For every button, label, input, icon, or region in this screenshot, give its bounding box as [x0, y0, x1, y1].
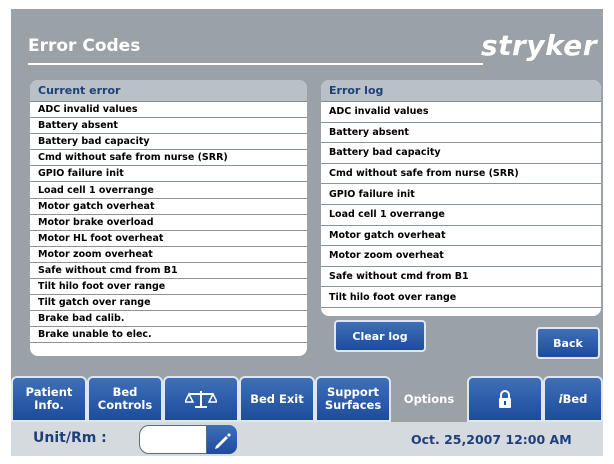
edit-unit-button[interactable] [207, 425, 237, 454]
tab-ibed[interactable]: iBed [543, 376, 603, 422]
list-item: Brake bad calib. [30, 311, 307, 328]
clear-log-button[interactable]: Clear log [334, 320, 426, 352]
page-title: Error Codes [28, 36, 141, 56]
tab-bed-exit[interactable]: Bed Exit [239, 376, 315, 422]
list-item: Motor gatch overheat [30, 199, 307, 215]
title-divider [28, 63, 483, 65]
current-error-list: ADC invalid values Battery absent Batter… [30, 102, 307, 344]
brand-logo: stryker [481, 29, 598, 62]
error-log-panel: Error log ADC invalid values Battery abs… [321, 80, 601, 316]
screen: Error Codes stryker Current error ADC in… [11, 9, 603, 456]
tab-bar: Patient Info. Bed Controls Bed Exit Suppor… [11, 376, 603, 422]
list-item: Battery bad capacity [30, 134, 307, 151]
list-item: Cmd without safe from nurse (SRR) [321, 164, 601, 185]
list-item: Load cell 1 overrange [30, 182, 307, 199]
date-time: Oct. 25,2007 12:00 AM [411, 432, 572, 447]
tab-lock[interactable] [467, 376, 543, 422]
back-button[interactable]: Back [536, 327, 600, 359]
tab-bed-controls[interactable]: Bed Controls [87, 376, 163, 422]
tab-label: Patient [25, 385, 73, 399]
list-item: Load cell 1 overrange [321, 205, 601, 226]
list-item: Safe without cmd from B1 [321, 267, 601, 288]
list-item: Safe without cmd from B1 [30, 263, 307, 280]
list-item: ADC invalid values [321, 102, 601, 123]
tab-options[interactable]: Options [391, 376, 467, 422]
tab-support-surfaces[interactable]: Support Surfaces [315, 376, 391, 422]
list-item: ADC invalid values [30, 102, 307, 119]
list-item: Motor HL foot overheat [30, 231, 307, 247]
list-item: GPIO failure init [321, 184, 601, 205]
list-item: Battery absent [321, 123, 601, 144]
pencil-icon [215, 432, 231, 449]
tab-label: Surfaces [324, 398, 382, 412]
tab-label: Options [403, 391, 455, 406]
tab-patient-info[interactable]: Patient Info. [11, 376, 87, 422]
list-item: Tilt gatch over range [30, 295, 307, 312]
lock-icon [499, 390, 511, 408]
list-item: Motor gatch overheat [321, 226, 601, 247]
list-item: Battery bad capacity [321, 143, 601, 164]
header: Error Codes stryker [11, 9, 603, 77]
tab-label: Controls [97, 398, 153, 412]
list-item: Motor zoom overheat [30, 247, 307, 263]
tab-scale[interactable] [163, 376, 239, 422]
current-error-heading: Current error [30, 80, 307, 102]
list-item: Tilt hilo foot over range [321, 287, 601, 308]
error-log-heading: Error log [321, 80, 601, 102]
status-bar: Unit/Rm : Oct. 25,2007 12:00 AM [11, 422, 603, 456]
current-error-panel: Current error ADC invalid values Battery… [30, 80, 307, 356]
tab-label: Bed [562, 391, 588, 406]
tab-label: Support [326, 385, 379, 399]
unit-room-field[interactable] [139, 425, 207, 454]
list-item: GPIO failure init [30, 166, 307, 183]
tab-label: Info. [34, 398, 64, 412]
unit-room-label: Unit/Rm : [33, 430, 107, 446]
list-item: Brake unable to elec. [30, 327, 307, 344]
error-log-list: ADC invalid values Battery absent Batter… [321, 102, 601, 308]
list-item: Battery absent [30, 118, 307, 135]
scale-icon [185, 391, 217, 408]
list-item: Cmd without safe from nurse (SRR) [30, 150, 307, 167]
list-item: Motor zoom overheat [321, 246, 601, 267]
tab-label: Bed [112, 385, 138, 399]
tab-label: Bed Exit [250, 391, 304, 406]
list-item: Motor brake overload [30, 215, 307, 231]
list-item: Tilt hilo foot over range [30, 279, 307, 296]
